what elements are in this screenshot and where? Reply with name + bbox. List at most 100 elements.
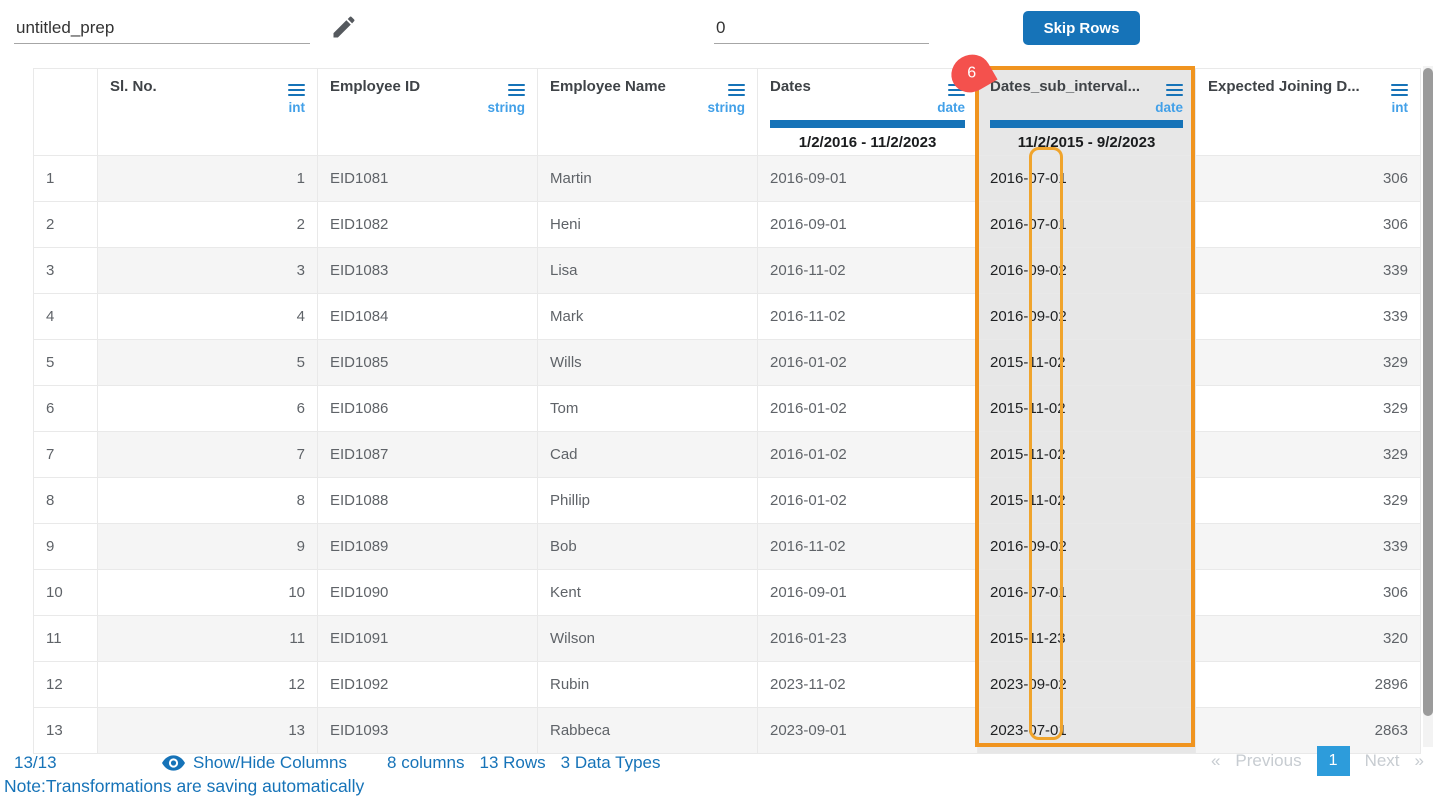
cell-dates: 2016-11-02 (758, 523, 978, 569)
date-range-label: 1/2/2016 - 11/2/2023 (770, 134, 965, 151)
table-row: 1212EID1092Rubin2023-11-022023-09-022896 (34, 661, 1421, 707)
cell-employee-id: EID1084 (318, 293, 538, 339)
column-header-employee-name[interactable]: Employee Name string (538, 69, 758, 156)
cell-dates-sub-interval: 2015-11-02 (978, 339, 1196, 385)
row-index-header (34, 69, 98, 156)
column-header-sl-no[interactable]: Sl. No. int (98, 69, 318, 156)
cell-employee-name: Wills (538, 339, 758, 385)
cell-sl-no: 11 (98, 615, 318, 661)
cell-dates: 2016-09-01 (758, 155, 978, 201)
cell-dates-sub-interval: 2023-09-02 (978, 661, 1196, 707)
cell-dates: 2023-09-01 (758, 707, 978, 753)
previous-arrow[interactable]: « (1211, 751, 1220, 771)
table-row: 1010EID1090Kent2016-09-012016-07-01306 (34, 569, 1421, 615)
show-hide-columns-label: Show/Hide Columns (193, 753, 347, 773)
columns-count[interactable]: 8 columns (387, 753, 464, 773)
autosave-note: Note:Transformations are saving automati… (4, 776, 364, 797)
cell-employee-id: EID1091 (318, 615, 538, 661)
show-hide-columns-link[interactable]: Show/Hide Columns (162, 753, 347, 773)
cell-employee-id: EID1081 (318, 155, 538, 201)
column-label: Dates (770, 78, 811, 95)
pagination: « Previous 1 Next » (1211, 746, 1424, 776)
cell-employee-id: EID1082 (318, 201, 538, 247)
row-index: 10 (34, 569, 98, 615)
datatypes-count[interactable]: 3 Data Types (561, 753, 661, 773)
column-header-dates-sub-interval[interactable]: Dates_sub_interval... date 11/2/2015 - 9… (978, 69, 1196, 156)
step-count-value: 6 (967, 65, 976, 83)
cell-employee-name: Rubin (538, 661, 758, 707)
column-menu-icon[interactable] (288, 81, 305, 99)
column-menu-icon[interactable] (1391, 81, 1408, 99)
cell-dates-sub-interval: 2015-11-02 (978, 431, 1196, 477)
cell-employee-id: EID1089 (318, 523, 538, 569)
cell-sl-no: 2 (98, 201, 318, 247)
cell-employee-name: Phillip (538, 477, 758, 523)
cell-expected-joining: 320 (1196, 615, 1421, 661)
previous-button[interactable]: Previous (1235, 751, 1301, 771)
cell-expected-joining: 2896 (1196, 661, 1421, 707)
table-row: 99EID1089Bob2016-11-022016-09-02339 (34, 523, 1421, 569)
table-row: 66EID1086Tom2016-01-022015-11-02329 (34, 385, 1421, 431)
table-row: 1111EID1091Wilson2016-01-232015-11-23320 (34, 615, 1421, 661)
cell-dates-sub-interval: 2016-07-01 (978, 201, 1196, 247)
cell-dates-sub-interval: 2015-11-02 (978, 477, 1196, 523)
row-index: 13 (34, 707, 98, 753)
row-index: 3 (34, 247, 98, 293)
cell-sl-no: 12 (98, 661, 318, 707)
row-index: 11 (34, 615, 98, 661)
row-index: 12 (34, 661, 98, 707)
cell-expected-joining: 306 (1196, 201, 1421, 247)
prep-name-input[interactable] (14, 12, 310, 44)
data-grid: Sl. No. int Employee ID string Employee … (33, 68, 1421, 754)
cell-employee-name: Wilson (538, 615, 758, 661)
row-index: 7 (34, 431, 98, 477)
next-button[interactable]: Next (1365, 751, 1400, 771)
cell-dates-sub-interval: 2016-07-01 (978, 155, 1196, 201)
cell-dates: 2016-01-02 (758, 339, 978, 385)
cell-dates: 2016-09-01 (758, 201, 978, 247)
cell-dates-sub-interval: 2016-09-02 (978, 247, 1196, 293)
cell-employee-name: Lisa (538, 247, 758, 293)
column-menu-icon[interactable] (1166, 81, 1183, 99)
cell-sl-no: 1 (98, 155, 318, 201)
row-index: 1 (34, 155, 98, 201)
column-header-employee-id[interactable]: Employee ID string (318, 69, 538, 156)
cell-dates: 2016-01-23 (758, 615, 978, 661)
cell-employee-name: Martin (538, 155, 758, 201)
next-arrow[interactable]: » (1415, 751, 1424, 771)
column-label: Dates_sub_interval... (990, 78, 1140, 95)
visible-row-count: 13/13 (14, 753, 66, 773)
cell-employee-id: EID1092 (318, 661, 538, 707)
cell-dates: 2016-01-02 (758, 477, 978, 523)
cell-employee-name: Heni (538, 201, 758, 247)
current-page-button[interactable]: 1 (1317, 746, 1350, 776)
vertical-scrollbar-track[interactable] (1423, 66, 1433, 747)
rows-count[interactable]: 13 Rows (480, 753, 546, 773)
cell-dates: 2016-11-02 (758, 293, 978, 339)
table-row: 55EID1085Wills2016-01-022015-11-02329 (34, 339, 1421, 385)
column-type: int (110, 100, 305, 115)
table-body: 11EID1081Martin2016-09-012016-07-0130622… (34, 155, 1421, 753)
cell-employee-id: EID1090 (318, 569, 538, 615)
column-header-dates[interactable]: Dates date 1/2/2016 - 11/2/2023 (758, 69, 978, 156)
column-menu-icon[interactable] (508, 81, 525, 99)
cell-expected-joining: 339 (1196, 523, 1421, 569)
table-row: 33EID1083Lisa2016-11-022016-09-02339 (34, 247, 1421, 293)
edit-pencil-icon[interactable] (330, 13, 358, 41)
cell-expected-joining: 329 (1196, 477, 1421, 523)
cell-dates: 2016-11-02 (758, 247, 978, 293)
cell-dates: 2023-11-02 (758, 661, 978, 707)
skip-rows-button[interactable]: Skip Rows (1023, 11, 1140, 45)
footer-bar: 13/13 Show/Hide Columns 8 columns 13 Row… (14, 748, 661, 778)
column-label: Employee ID (330, 78, 420, 95)
column-menu-icon[interactable] (728, 81, 745, 99)
skip-rows-input[interactable] (714, 12, 929, 44)
app-root: Skip Rows Sl. No. int Employee ID (0, 0, 1442, 808)
cell-dates-sub-interval: 2015-11-23 (978, 615, 1196, 661)
column-label: Expected Joining D... (1208, 78, 1360, 95)
vertical-scrollbar-thumb[interactable] (1423, 68, 1433, 716)
column-type: date (770, 100, 965, 115)
cell-expected-joining: 329 (1196, 431, 1421, 477)
column-header-expected-joining[interactable]: Expected Joining D... int (1196, 69, 1421, 156)
cell-dates-sub-interval: 2016-07-01 (978, 569, 1196, 615)
